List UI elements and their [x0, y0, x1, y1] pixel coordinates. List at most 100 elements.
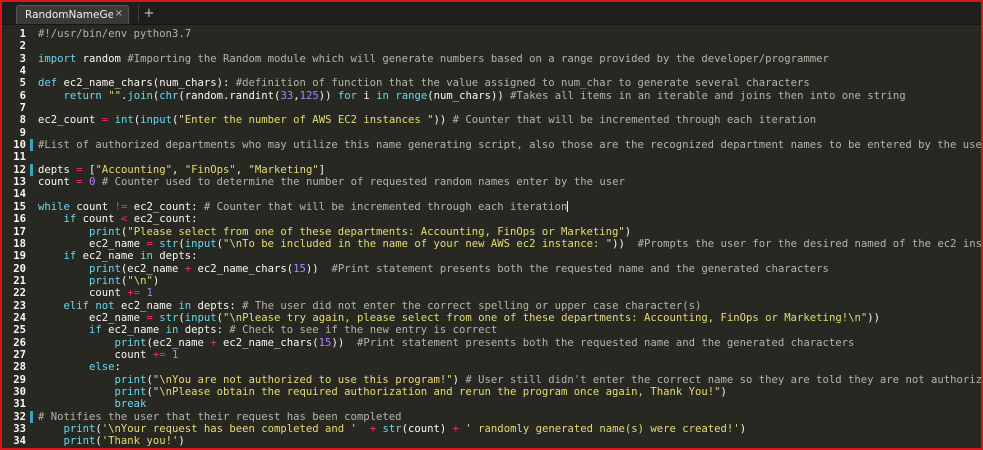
gutter-spacer — [30, 275, 33, 287]
line-number: 5 — [19, 77, 26, 90]
code-line[interactable]: 33 print('\nYour request has been comple… — [2, 423, 981, 435]
code-line[interactable]: 9 — [2, 127, 981, 139]
code-line[interactable]: 22 count += 1 — [2, 287, 981, 299]
line-number: 1 — [19, 28, 26, 40]
line-number: 10 — [13, 139, 26, 152]
gutter-spacer — [30, 176, 33, 188]
code-text: print("Please select from one of these d… — [89, 225, 632, 238]
gutter-spacer — [30, 324, 33, 336]
code-line[interactable]: 15 while count != ec2_count: # Counter th… — [2, 201, 981, 213]
line-number: 3 — [19, 52, 26, 65]
code-text: count = 0 # Counter used to determine th… — [38, 176, 625, 189]
line-number: 22 — [13, 287, 26, 300]
code-line[interactable]: 24 ec2_name = str(input("\nPlease try ag… — [2, 312, 981, 324]
code-line[interactable]: 32 # Notifies the user that their request… — [2, 410, 981, 423]
line-number: 28 — [13, 361, 26, 374]
code-line[interactable]: 21 print("\n") — [2, 275, 981, 287]
code-line[interactable]: 14 — [2, 188, 981, 200]
gutter-spacer — [30, 263, 33, 275]
code-line[interactable]: 10 #List of authorized departments who ma… — [2, 139, 983, 152]
code-text: print("\n") — [89, 274, 160, 287]
editor-window: RandomNameGener × + 1 #!/usr/bin/env pyth… — [0, 0, 983, 450]
line-number: 31 — [13, 398, 26, 411]
plus-icon[interactable]: + — [138, 5, 159, 22]
line-number: 33 — [13, 423, 26, 435]
line-number: 13 — [13, 176, 26, 189]
code-line[interactable]: 12 depts = ["Accounting", "FinOps", "Mark… — [2, 163, 981, 176]
code-line[interactable]: 30 print("\nPlease obtain the required a… — [2, 386, 981, 398]
line-number: 15 — [13, 200, 26, 213]
code-line[interactable]: 18 ec2_name = str(input("\nTo be include… — [2, 238, 981, 250]
gutter-spacer — [30, 201, 33, 213]
gutter-spacer — [30, 435, 33, 447]
code-line[interactable]: 17 print("Please select from one of thes… — [2, 226, 981, 238]
code-line[interactable]: 25 if ec2_name in depts: # Check to see … — [2, 324, 981, 336]
line-number: 20 — [13, 262, 26, 275]
line-number: 11 — [13, 151, 26, 164]
code-line[interactable]: 16 if count < ec2_count: — [2, 213, 981, 225]
code-text: # Notifies the user that their request h… — [38, 410, 402, 423]
line-number: 2 — [19, 40, 26, 53]
line-number: 4 — [19, 65, 26, 78]
line-number: 6 — [19, 89, 26, 102]
code-line[interactable]: 31 break — [2, 398, 981, 410]
code-line[interactable]: 19 if ec2_name in depts: — [2, 250, 981, 262]
code-text: break — [114, 398, 147, 411]
code-line[interactable]: 11 — [2, 151, 981, 163]
code-line[interactable]: 34 print('Thank you!') — [2, 435, 981, 447]
code-line[interactable]: 29 print("\nYou are not authorized to us… — [2, 374, 981, 386]
code-line[interactable]: 20 print(ec2_name + ec2_name_chars(15)) … — [2, 263, 981, 275]
code-text: print(ec2_name + ec2_name_chars(15)) #Pr… — [114, 336, 855, 349]
gutter-spacer — [30, 238, 33, 250]
modified-line-marker — [30, 139, 33, 152]
code-text: ec2_name = str(input("\nPlease try again… — [38, 311, 880, 324]
gutter-spacer — [30, 374, 33, 386]
code-text: return "".join(chr(random.randint(33,125… — [63, 89, 906, 102]
line-number: 7 — [19, 102, 26, 115]
code-text: #List of authorized departments who may … — [38, 139, 983, 152]
tab-random-name-generator[interactable]: RandomNameGener × — [16, 5, 129, 24]
code-text: while count != ec2_count: # Counter that… — [38, 200, 568, 213]
gutter-spacer — [30, 151, 33, 163]
gutter-spacer — [30, 28, 33, 40]
code-text: ec2_count = int(input("Enter the number … — [38, 114, 817, 127]
code-line[interactable]: 27 count += 1 — [2, 349, 981, 361]
code-line[interactable]: 26 print(ec2_name + ec2_name_chars(15)) … — [2, 337, 981, 349]
tab-title: RandomNameGener — [25, 9, 113, 21]
gutter-spacer — [30, 300, 33, 312]
line-number: 17 — [13, 225, 26, 238]
gutter-spacer — [30, 386, 33, 398]
line-number: 12 — [13, 163, 26, 176]
code-line[interactable]: 1 #!/usr/bin/env python3.7 — [2, 28, 981, 40]
line-number: 21 — [13, 274, 26, 287]
gutter-spacer — [30, 102, 33, 114]
code-line[interactable]: 4 — [2, 65, 981, 77]
gutter-spacer — [30, 114, 33, 126]
modified-line-marker — [30, 410, 33, 423]
gutter-spacer — [30, 188, 33, 200]
code-line[interactable]: 3 import random #Importing the Random mod… — [2, 53, 981, 65]
line-number: 26 — [13, 336, 26, 349]
line-number: 23 — [13, 299, 26, 312]
line-number: 19 — [13, 250, 26, 263]
close-icon[interactable]: × — [115, 7, 123, 21]
code-line[interactable]: 7 — [2, 102, 981, 114]
line-number: 14 — [13, 188, 26, 201]
code-line[interactable]: 5 def ec2_name_chars(num_chars): #definit… — [2, 77, 981, 89]
code-line[interactable]: 2 — [2, 40, 981, 52]
code-line[interactable]: 23 elif not ec2_name in depts: # The use… — [2, 300, 981, 312]
code-line[interactable]: 13 count = 0 # Counter used to determine … — [2, 176, 981, 188]
gutter-spacer — [30, 250, 33, 262]
code-line[interactable]: 6 return "".join(chr(random.randint(33,1… — [2, 90, 981, 102]
line-number: 24 — [13, 311, 26, 324]
gutter-spacer — [30, 53, 33, 65]
code-line[interactable]: 28 else: — [2, 361, 981, 373]
code-editor[interactable]: 1 #!/usr/bin/env python3.7 2 3 import random… — [2, 26, 981, 448]
line-number: 29 — [13, 373, 26, 386]
code-line[interactable]: 8 ec2_count = int(input("Enter the number… — [2, 114, 981, 126]
gutter-spacer — [30, 226, 33, 238]
gutter-spacer — [30, 65, 33, 77]
line-number: 30 — [13, 385, 26, 398]
text-cursor — [567, 201, 569, 213]
gutter-spacer — [30, 213, 33, 225]
